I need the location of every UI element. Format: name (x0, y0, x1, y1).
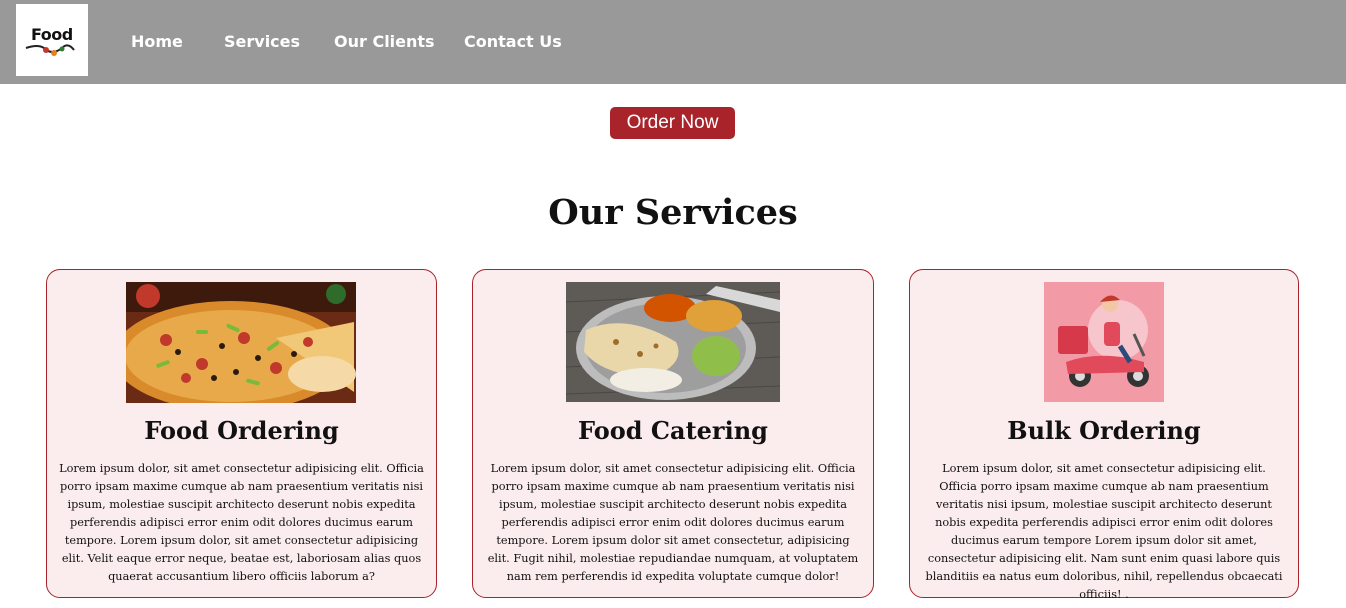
card-title: Food Catering (578, 416, 768, 445)
service-card-bulk-ordering: Bulk Ordering Lorem ipsum dolor, sit ame… (909, 269, 1299, 601)
main-nav: Home Services Our Clients Contact Us (0, 0, 1346, 84)
section-title: Our Services (548, 192, 798, 233)
card-title: Food Ordering (144, 416, 339, 445)
card-title: Bulk Ordering (1007, 416, 1201, 445)
service-card-food-ordering: Food Ordering Lorem ipsum dolor, sit ame… (46, 269, 437, 598)
nav-services[interactable]: Services (224, 32, 300, 51)
navbar: Food Home Services Our Clients Contact U… (0, 0, 1346, 84)
pizza-image (126, 282, 356, 403)
nav-our-clients[interactable]: Our Clients (334, 32, 435, 51)
delivery-scooter-image (1044, 282, 1164, 402)
order-now-button[interactable]: Order Now (610, 107, 735, 139)
thali-plate-image (566, 282, 780, 402)
nav-contact-us[interactable]: Contact Us (464, 32, 562, 51)
card-description: Lorem ipsum dolor, sit amet consectetur … (925, 462, 1283, 601)
nav-home[interactable]: Home (131, 32, 183, 51)
card-description: Lorem ipsum dolor, sit amet consectetur … (59, 462, 424, 583)
card-description: Lorem ipsum dolor, sit amet consectetur … (487, 462, 859, 583)
service-card-food-catering: Food Catering Lorem ipsum dolor, sit ame… (472, 269, 874, 598)
